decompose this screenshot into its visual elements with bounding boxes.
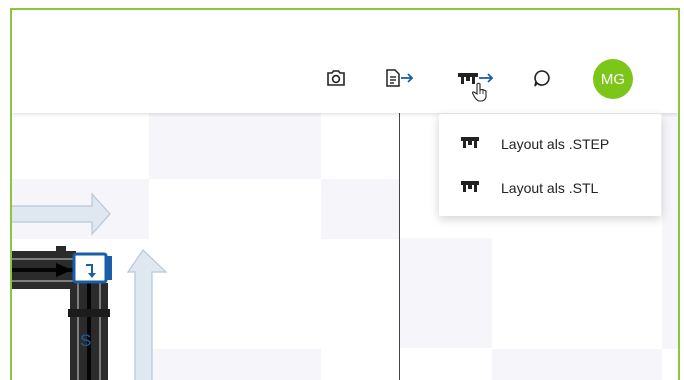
conveyor-drawing[interactable]	[12, 113, 402, 380]
document-export-icon	[386, 69, 414, 87]
screenshot-button[interactable]	[320, 62, 352, 94]
menu-item-label: Layout als .STL	[501, 180, 599, 196]
layout-icon	[461, 180, 479, 199]
user-avatar[interactable]: MG	[593, 59, 633, 99]
export-layout-menu: Layout als .STEP Layout als .STL	[439, 114, 661, 216]
flow-arrow-right	[12, 192, 111, 236]
app-frame: S MG Layout als .STEP Layout als .STL	[10, 8, 680, 380]
camera-icon	[327, 70, 345, 86]
comments-button[interactable]	[526, 62, 558, 94]
layout-icon	[461, 136, 479, 155]
station-label: S	[80, 331, 92, 350]
chat-bubble-icon	[534, 70, 550, 87]
grid-tile	[492, 349, 662, 380]
export-button[interactable]	[384, 62, 416, 94]
menu-item-label: Layout als .STEP	[501, 136, 610, 152]
grid-tile	[662, 113, 678, 349]
menu-item-layout-step[interactable]: Layout als .STEP	[439, 122, 661, 166]
coupling-node	[56, 246, 66, 256]
grid-tile	[400, 238, 492, 348]
toolbar: MG	[12, 10, 678, 113]
flow-arrow-up	[126, 249, 168, 380]
selected-station-handle	[106, 256, 112, 280]
hand-pointer-icon	[471, 82, 487, 102]
canvas-divider	[399, 113, 400, 380]
menu-item-layout-stl[interactable]: Layout als .STL	[439, 166, 661, 210]
coupling-node	[68, 309, 110, 317]
selected-station	[72, 252, 108, 284]
